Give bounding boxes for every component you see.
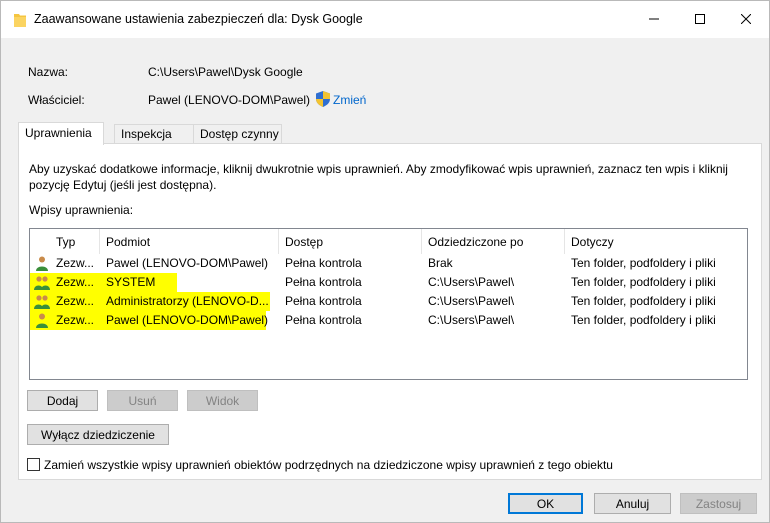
permissions-description: Aby uzyskać dodatkowe informacje, klikni… — [29, 162, 728, 192]
user-icon — [36, 313, 48, 328]
row-inherited: C:\Users\Pawel\ — [428, 275, 515, 289]
cancel-button[interactable]: Anuluj — [594, 493, 671, 514]
table-row[interactable]: Zezw... Pawel (LENOVO-DOM\Pawel) Pełna k… — [30, 311, 747, 330]
maximize-button[interactable] — [677, 1, 723, 37]
row-inherited: C:\Users\Pawel\ — [428, 313, 515, 327]
window-title: Zaawansowane ustawienia zabezpieczeń dla… — [34, 12, 363, 26]
close-icon — [741, 14, 751, 24]
view-button[interactable]: Widok — [187, 390, 258, 411]
security-dialog: Zaawansowane ustawienia zabezpieczeń dla… — [0, 0, 770, 523]
folder-icon — [14, 14, 26, 27]
owner-value: Pawel (LENOVO-DOM\Pawel) — [148, 93, 311, 107]
tab-effective-access[interactable]: Dostęp czynny — [193, 124, 282, 144]
column-applies-to[interactable]: Dotyczy — [565, 229, 747, 254]
row-inherited: C:\Users\Pawel\ — [428, 294, 515, 308]
row-applies: Ten folder, podfoldery i pliki — [571, 313, 716, 327]
owner-label: Właściciel: — [28, 93, 85, 107]
row-applies: Ten folder, podfoldery i pliki — [571, 294, 716, 308]
column-type[interactable]: Typ — [50, 229, 100, 254]
minimize-button[interactable] — [631, 1, 677, 37]
name-value: C:\Users\Pawel\Dysk Google — [148, 65, 303, 79]
row-principal: Pawel (LENOVO-DOM\Pawel) — [106, 313, 269, 327]
remove-button[interactable]: Usuń — [107, 390, 178, 411]
group-icon — [34, 276, 50, 290]
group-icon — [34, 295, 50, 309]
replace-child-permissions-checkbox[interactable] — [27, 458, 40, 471]
row-principal: Pawel (LENOVO-DOM\Pawel) — [106, 256, 269, 270]
tab-auditing[interactable]: Inspekcja — [114, 124, 194, 144]
close-button[interactable] — [723, 1, 769, 37]
title-bar[interactable]: Zaawansowane ustawienia zabezpieczeń dla… — [1, 1, 769, 38]
permission-entries-list[interactable]: Typ Podmiot Dostęp Odziedziczone po Doty… — [29, 228, 748, 380]
disable-inheritance-button[interactable]: Wyłącz dziedziczenie — [27, 424, 169, 445]
row-access: Pełna kontrola — [285, 313, 362, 327]
table-row[interactable]: Zezw... Pawel (LENOVO-DOM\Pawel) Pełna k… — [30, 254, 747, 273]
row-access: Pełna kontrola — [285, 275, 362, 289]
apply-button[interactable]: Zastosuj — [680, 493, 757, 514]
table-row[interactable]: Zezw... SYSTEM Pełna kontrola C:\Users\P… — [30, 273, 747, 292]
column-access[interactable]: Dostęp — [279, 229, 422, 254]
minimize-icon — [649, 18, 659, 20]
change-owner-link[interactable]: Zmień — [333, 93, 366, 107]
tab-permissions[interactable]: Uprawnienia — [18, 122, 104, 145]
uac-shield-icon — [316, 91, 330, 107]
row-principal: SYSTEM — [106, 275, 156, 289]
name-label: Nazwa: — [28, 65, 69, 79]
replace-child-permissions-label[interactable]: Zamień wszystkie wpisy uprawnień obiektó… — [44, 458, 613, 472]
list-header: Typ Podmiot Dostęp Odziedziczone po Doty… — [30, 229, 747, 254]
row-principal: Administratorzy (LENOVO-D... — [106, 294, 269, 308]
row-access: Pełna kontrola — [285, 256, 362, 270]
add-button[interactable]: Dodaj — [27, 390, 98, 411]
maximize-icon — [695, 14, 705, 24]
column-principal[interactable]: Podmiot — [100, 229, 279, 254]
dialog-content: Nazwa: C:\Users\Pawel\Dysk Google Właści… — [1, 38, 769, 523]
ok-button[interactable]: OK — [508, 493, 583, 514]
row-inherited: Brak — [428, 256, 453, 270]
row-type: Zezw... — [56, 294, 95, 308]
column-inherited-from[interactable]: Odziedziczone po — [422, 229, 565, 254]
row-type: Zezw... — [56, 313, 95, 327]
permission-entries-label: Wpisy uprawnienia: — [29, 203, 134, 217]
table-row[interactable]: Zezw... Administratorzy (LENOVO-D... Peł… — [30, 292, 747, 311]
row-applies: Ten folder, podfoldery i pliki — [571, 256, 716, 270]
user-icon — [36, 256, 48, 271]
row-type: Zezw... — [56, 275, 95, 289]
row-applies: Ten folder, podfoldery i pliki — [571, 275, 716, 289]
row-access: Pełna kontrola — [285, 294, 362, 308]
row-type: Zezw... — [56, 256, 95, 270]
